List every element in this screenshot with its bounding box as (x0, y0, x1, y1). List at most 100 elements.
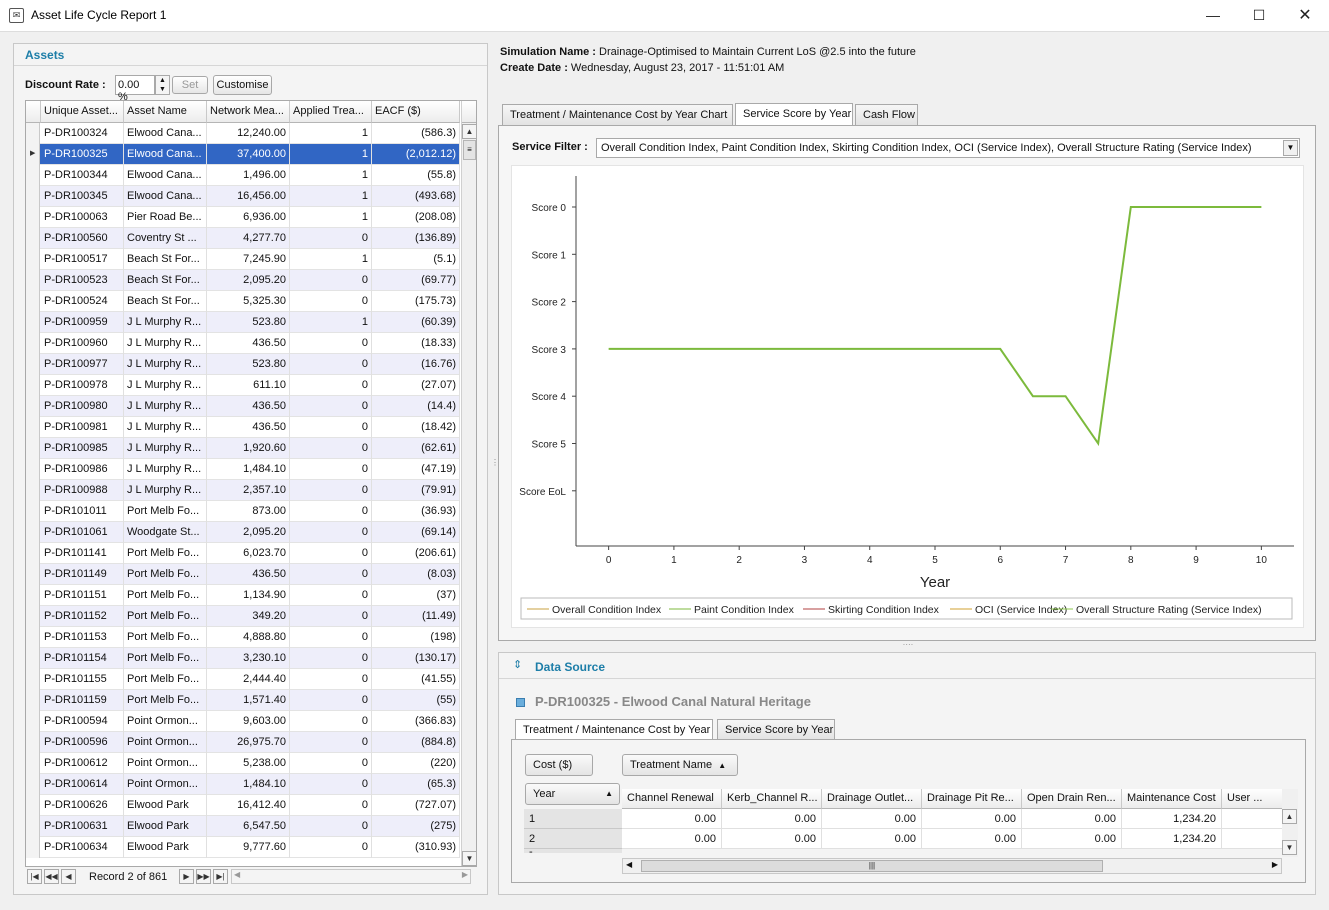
row-indicator[interactable] (26, 690, 40, 711)
row-indicator[interactable] (26, 753, 40, 774)
row-indicator[interactable] (26, 459, 40, 480)
row-indicator[interactable] (26, 669, 40, 690)
row-indicator[interactable] (26, 837, 40, 858)
table-row[interactable]: P-DR101155 Port Melb Fo... 2,444.40 0 (41.55… (26, 669, 460, 690)
table-row[interactable]: P-DR100981 J L Murphy R... 436.50 0 (18.42) (26, 417, 460, 438)
table-row[interactable]: P-DR101141 Port Melb Fo... 6,023.70 0 (206.6… (26, 543, 460, 564)
maximize-icon[interactable]: ☐ (1236, 0, 1282, 31)
table-row[interactable]: P-DR100345 Elwood Cana... 16,456.00 1 (493.6… (26, 186, 460, 207)
column-header[interactable]: Applied Trea... (290, 101, 372, 123)
row-indicator[interactable] (26, 207, 40, 228)
scroll-thumb[interactable]: ≡ (463, 140, 476, 160)
row-indicator[interactable] (26, 480, 40, 501)
row-field-year[interactable]: Year ▲ (525, 783, 620, 805)
row-indicator[interactable] (26, 711, 40, 732)
first-record-icon[interactable]: |◀ (27, 869, 42, 884)
table-row[interactable]: P-DR100634 Elwood Park 9,777.60 0 (310.93) (26, 837, 460, 858)
table-row[interactable]: P-DR101152 Port Melb Fo... 349.20 0 (11.49) (26, 606, 460, 627)
row-indicator[interactable] (26, 417, 40, 438)
row-indicator[interactable] (26, 228, 40, 249)
table-row[interactable]: P-DR100324 Elwood Cana... 12,240.00 1 (586.3… (26, 123, 460, 144)
previous-record-icon[interactable]: ◀ (61, 869, 76, 884)
data-field-cost[interactable]: Cost ($) (525, 754, 593, 776)
table-row[interactable]: P-DR100614 Point Ormon... 1,484.10 0 (65.3) (26, 774, 460, 795)
row-indicator[interactable] (26, 396, 40, 417)
table-row[interactable]: P-DR101011 Port Melb Fo... 873.00 0 (36.93) (26, 501, 460, 522)
table-row[interactable]: P-DR100596 Point Ormon... 26,975.70 0 (884.8… (26, 732, 460, 753)
row-indicator[interactable] (26, 627, 40, 648)
pivot-column-header[interactable]: Maintenance Cost (1122, 789, 1222, 809)
set-button[interactable]: Set (172, 76, 208, 94)
table-row[interactable]: ▶ P-DR100325 Elwood Cana... 37,400.00 1 (2,01… (26, 144, 460, 165)
row-indicator[interactable] (26, 585, 40, 606)
table-row[interactable]: P-DR100524 Beach St For... 5,325.30 0 (175.7… (26, 291, 460, 312)
chevron-down-icon[interactable]: ▼ (1283, 140, 1298, 156)
table-row[interactable]: P-DR100560 Coventry St ... 4,277.70 0 (136.8… (26, 228, 460, 249)
pivot-column-header[interactable]: Channel Renewal (622, 789, 722, 809)
row-indicator[interactable] (26, 270, 40, 291)
column-header[interactable]: EACF ($) (372, 101, 460, 123)
table-row[interactable]: P-DR100988 J L Murphy R... 2,357.10 0 (79.91… (26, 480, 460, 501)
discount-rate-spinner[interactable]: ▲ ▼ (155, 75, 170, 95)
row-indicator[interactable] (26, 312, 40, 333)
column-header[interactable]: Asset Name (124, 101, 207, 123)
row-indicator[interactable] (26, 606, 40, 627)
tab-treatment-cost[interactable]: Treatment / Maintenance Cost by Year (515, 719, 713, 741)
vertical-splitter-grip[interactable]: ⋮ (491, 459, 499, 476)
row-indicator[interactable] (26, 501, 40, 522)
table-row[interactable]: P-DR100985 J L Murphy R... 1,920.60 0 (62.61… (26, 438, 460, 459)
row-indicator[interactable] (26, 438, 40, 459)
scroll-right-icon[interactable]: ▶ (1272, 860, 1278, 869)
table-row[interactable]: P-DR101061 Woodgate St... 2,095.20 0 (69.14) (26, 522, 460, 543)
scroll-left-icon[interactable]: ◀ (626, 860, 632, 869)
row-indicator[interactable] (26, 165, 40, 186)
row-indicator[interactable] (26, 333, 40, 354)
table-row[interactable]: P-DR100344 Elwood Cana... 1,496.00 1 (55.8) (26, 165, 460, 186)
table-row[interactable]: P-DR100977 J L Murphy R... 523.80 0 (16.76) (26, 354, 460, 375)
horizontal-scrollbar[interactable]: ◀ ▶ (231, 869, 471, 884)
scroll-up-icon[interactable]: ▲ (1282, 809, 1297, 824)
scroll-down-icon[interactable]: ▼ (1282, 840, 1297, 855)
table-row[interactable]: P-DR101159 Port Melb Fo... 1,571.40 0 (55) (26, 690, 460, 711)
row-indicator[interactable] (26, 522, 40, 543)
table-row[interactable]: P-DR100626 Elwood Park 16,412.40 0 (727.07) (26, 795, 460, 816)
minimize-icon[interactable]: — (1190, 0, 1236, 31)
grid-vertical-scrollbar[interactable]: ▲ ≡ ▼ (461, 101, 476, 866)
row-indicator[interactable] (26, 816, 40, 837)
scroll-left-icon[interactable]: ◀ (234, 870, 240, 879)
service-filter-select[interactable]: Overall Condition Index, Paint Condition… (596, 138, 1300, 158)
scroll-thumb[interactable]: ||| (641, 860, 1103, 872)
discount-rate-input[interactable]: 0.00 % (115, 75, 155, 103)
row-indicator[interactable] (26, 648, 40, 669)
table-row[interactable]: P-DR100612 Point Ormon... 5,238.00 0 (220) (26, 753, 460, 774)
row-indicator[interactable] (26, 795, 40, 816)
table-row[interactable]: P-DR100980 J L Murphy R... 436.50 0 (14.4) (26, 396, 460, 417)
pivot-vertical-scrollbar[interactable]: ▲ ▼ (1282, 789, 1298, 857)
column-header[interactable]: Unique Asset... (41, 101, 124, 123)
column-header[interactable]: Network Mea... (207, 101, 290, 123)
table-row[interactable]: P-DR100063 Pier Road Be... 6,936.00 1 (208.0… (26, 207, 460, 228)
pivot-horizontal-scrollbar[interactable]: ◀ ||| ▶ (622, 858, 1282, 874)
close-icon[interactable]: ✕ (1282, 0, 1328, 31)
collapse-icon[interactable]: ⇕ (513, 658, 522, 671)
table-row[interactable]: P-DR100959 J L Murphy R... 523.80 1 (60.39) (26, 312, 460, 333)
tab-cash-flow[interactable]: Cash Flow (855, 104, 918, 125)
pivot-column-header[interactable]: Kerb_Channel R... (722, 789, 822, 809)
previous-page-icon[interactable]: ◀◀ (44, 869, 59, 884)
pivot-column-header[interactable]: Drainage Outlet... (822, 789, 922, 809)
pivot-column-header[interactable]: Open Drain Ren... (1022, 789, 1122, 809)
row-indicator[interactable] (26, 732, 40, 753)
row-indicator[interactable] (26, 564, 40, 585)
table-row[interactable]: P-DR101153 Port Melb Fo... 4,888.80 0 (198) (26, 627, 460, 648)
table-row[interactable]: P-DR100594 Point Ormon... 9,603.00 0 (366.83… (26, 711, 460, 732)
row-indicator[interactable] (26, 186, 40, 207)
row-indicator[interactable] (26, 375, 40, 396)
table-row[interactable]: P-DR100986 J L Murphy R... 1,484.10 0 (47.19… (26, 459, 460, 480)
table-row[interactable]: P-DR101149 Port Melb Fo... 436.50 0 (8.03) (26, 564, 460, 585)
customise-button[interactable]: Customise (213, 75, 272, 95)
row-indicator[interactable] (26, 291, 40, 312)
row-indicator[interactable] (26, 774, 40, 795)
scroll-up-icon[interactable]: ▲ (462, 124, 476, 139)
row-indicator[interactable]: ▶ (26, 144, 40, 165)
next-record-icon[interactable]: ▶ (179, 869, 194, 884)
